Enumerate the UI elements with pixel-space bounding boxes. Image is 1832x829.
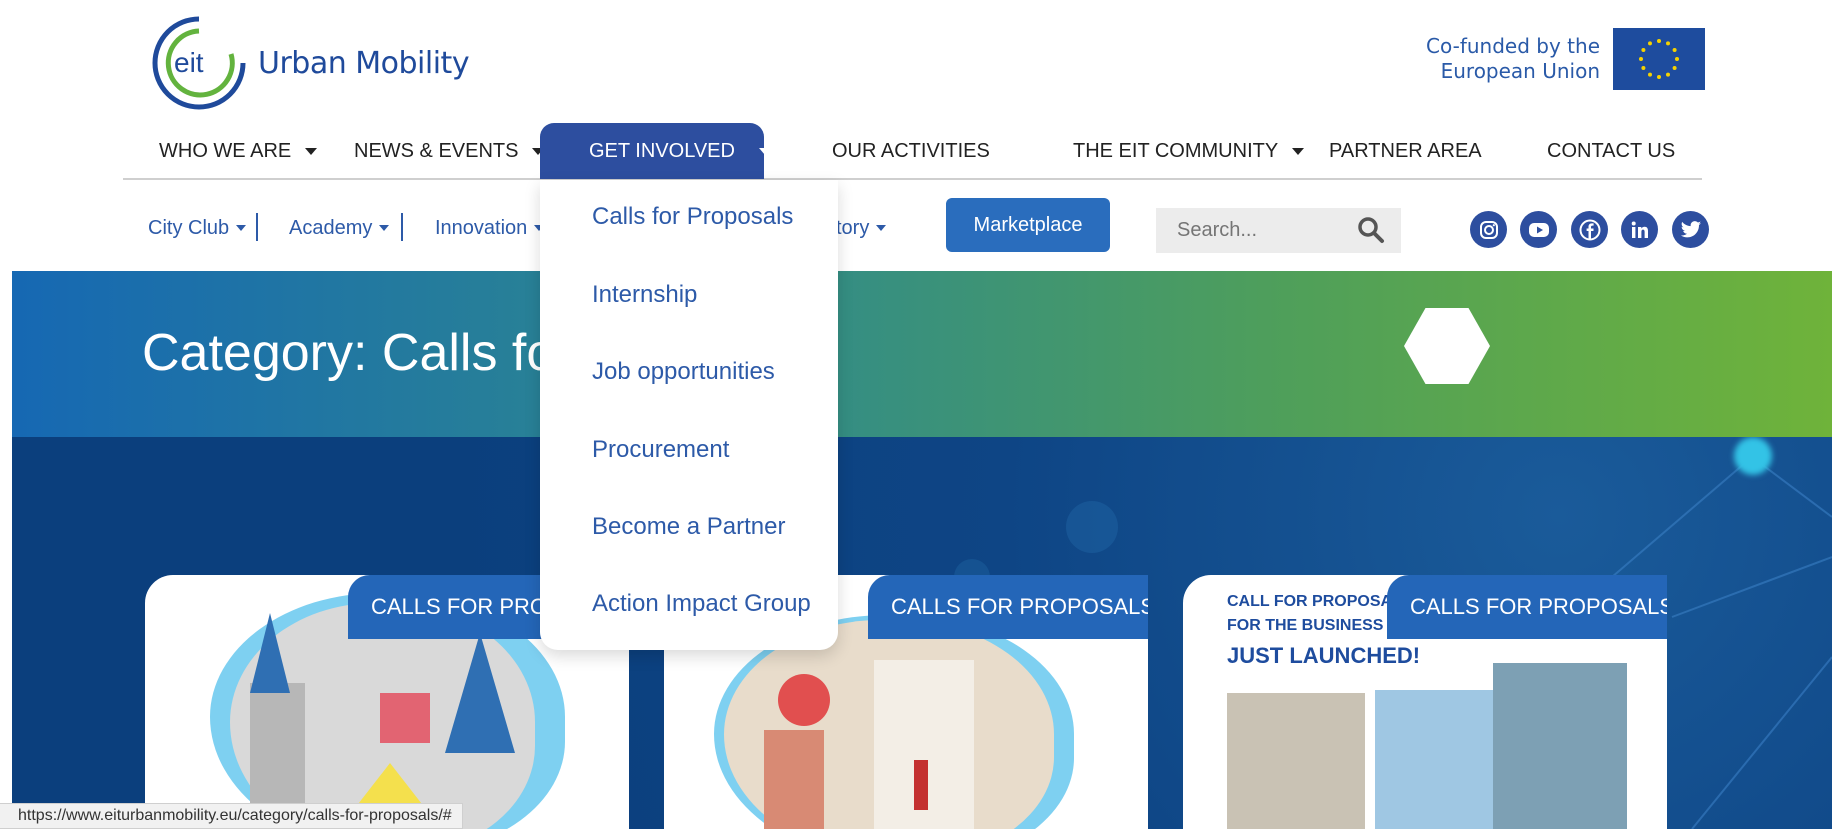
search-box — [1156, 208, 1401, 253]
category-tag-label: CALLS FOR PROPOSALS — [1410, 594, 1667, 619]
get-involved-dropdown-menu: Calls for Proposals Internship Job oppor… — [540, 180, 838, 650]
nav-label: WHO WE ARE — [159, 139, 292, 162]
hexagon-decoration — [1404, 308, 1490, 384]
nav-label: CONTACT US — [1547, 139, 1676, 162]
search-icon[interactable] — [1357, 216, 1385, 244]
caret-down-icon — [876, 225, 887, 231]
eit-logo-mark: eit — [150, 14, 248, 112]
instagram-icon[interactable] — [1470, 211, 1507, 248]
youtube-icon[interactable] — [1520, 211, 1557, 248]
caret-down-icon — [758, 147, 771, 155]
poster-line-1: CALL FOR PROPOSAL — [1227, 593, 1402, 610]
nav-our-activities[interactable]: OUR ACTIVITIES — [832, 123, 990, 179]
category-tag-label: CALLS FOR PROPOSALS — [891, 594, 1148, 619]
glow-node-decoration — [1734, 437, 1772, 475]
subnav-label: City Club — [148, 216, 230, 239]
link-status-bar: https://www.eiturbanmobility.eu/category… — [0, 803, 463, 829]
nav-partner-area[interactable]: PARTNER AREA — [1329, 123, 1482, 179]
caret-down-icon — [236, 225, 247, 231]
logo-mark-text: eit — [174, 47, 204, 78]
menu-item-become-a-partner[interactable]: Become a Partner — [592, 513, 785, 541]
eit-urban-mobility-logo[interactable]: eit Urban Mobility — [150, 14, 470, 112]
caret-down-icon — [379, 225, 390, 231]
subnav-label: Academy — [289, 216, 373, 239]
category-tag-label: CALLS FOR PROP — [371, 594, 544, 619]
menu-item-job-opportunities[interactable]: Job opportunities — [592, 358, 775, 386]
eu-text-line2: European Union — [1440, 59, 1600, 83]
poster-photo-drone — [1493, 663, 1627, 829]
linkedin-icon[interactable] — [1621, 211, 1658, 248]
marketplace-button[interactable]: Marketplace — [946, 198, 1110, 252]
nav-label: OUR ACTIVITIES — [832, 139, 990, 162]
eu-text-line1: Co-funded by the — [1426, 34, 1600, 58]
poster-photo-cyclist — [1227, 693, 1365, 829]
nav-eit-community[interactable]: THE EIT COMMUNITY — [1073, 123, 1305, 179]
facebook-icon[interactable] — [1571, 211, 1608, 248]
main-navigation: WHO WE ARE NEWS & EVENTS GET INVOLVED OU… — [123, 123, 1702, 180]
nav-contact-us[interactable]: CONTACT US — [1547, 123, 1675, 179]
subnav-label: Innovation — [435, 216, 528, 239]
nav-get-involved[interactable]: GET INVOLVED — [540, 123, 771, 179]
nav-who-we-are[interactable]: WHO WE ARE — [159, 123, 318, 179]
eu-text: Co-funded by the European Union — [1426, 34, 1600, 84]
eu-flag-icon — [1613, 28, 1705, 90]
category-title: Category: Calls for — [142, 324, 573, 382]
nav-label: THE EIT COMMUNITY — [1073, 139, 1279, 162]
page: eit Urban Mobility Co-funded by the Euro… — [0, 0, 1832, 829]
nav-label: NEWS & EVENTS — [354, 139, 519, 162]
nav-news-events[interactable]: NEWS & EVENTS — [354, 123, 545, 179]
subnav-city-club[interactable]: City Club — [148, 213, 247, 243]
subnav-innovation[interactable]: Innovation — [435, 213, 545, 243]
subnav-academy[interactable]: Academy — [289, 213, 390, 243]
category-tag[interactable]: CALLS FOR PROPOSALS — [1387, 575, 1667, 639]
category-tag[interactable]: CALLS FOR PROP — [348, 575, 544, 639]
nav-label: GET INVOLVED — [589, 139, 735, 162]
poster-headline: JUST LAUNCHED! — [1227, 643, 1421, 668]
menu-item-procurement[interactable]: Procurement — [592, 436, 729, 464]
category-tag[interactable]: CALLS FOR PROPOSALS — [868, 575, 1148, 639]
subnav-separator — [401, 213, 403, 241]
menu-item-internship[interactable]: Internship — [592, 281, 697, 309]
subnav-separator — [256, 213, 258, 241]
caret-down-icon — [305, 147, 318, 155]
card-illustration — [764, 660, 974, 829]
caret-down-icon — [1292, 147, 1305, 155]
category-banner: Category: Calls for — [12, 271, 1832, 437]
eu-cofunded-badge: Co-funded by the European Union — [1426, 28, 1705, 90]
logo-text: Urban Mobility — [258, 45, 470, 81]
nav-label: PARTNER AREA — [1329, 139, 1482, 162]
menu-item-calls-for-proposals[interactable]: Calls for Proposals — [592, 203, 793, 231]
poster-photo-transit — [1375, 690, 1510, 829]
menu-item-action-impact-group[interactable]: Action Impact Group — [592, 590, 811, 618]
search-input[interactable] — [1177, 219, 1357, 242]
poster-line-2: FOR THE BUSINESS P — [1227, 617, 1399, 634]
twitter-icon[interactable] — [1672, 211, 1709, 248]
